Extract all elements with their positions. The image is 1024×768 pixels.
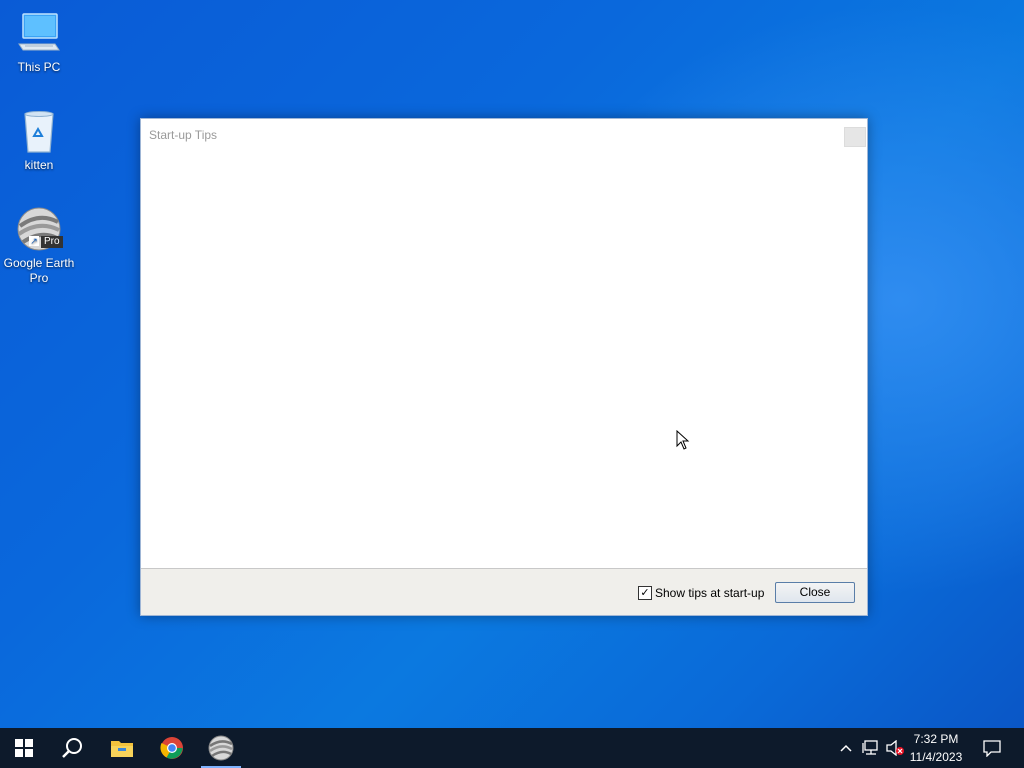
network-icon [862,740,878,755]
desktop-icon-google-earth[interactable]: ↗ Pro Google Earth Pro [0,206,78,286]
chrome-button[interactable] [148,728,196,768]
chevron-up-icon [840,744,852,752]
search-icon [62,738,82,758]
google-earth-taskbar-button[interactable] [197,728,245,768]
close-button[interactable]: Close [775,582,855,603]
this-pc-icon [15,10,63,58]
taskbar-clock[interactable]: 7:32 PM 11/4/2023 [906,730,966,766]
file-explorer-button[interactable] [98,728,146,768]
clock-date: 11/4/2023 [909,750,963,764]
start-button[interactable] [0,728,48,768]
desktop-icon-label: Google Earth Pro [3,256,75,285]
file-explorer-icon [111,741,133,757]
notification-icon [983,740,1001,757]
desktop-icon-label: This PC [17,60,61,74]
show-tips-label[interactable]: Show tips at start-up [655,586,764,600]
startup-tips-dialog: Start-up Tips ✓ Show tips at start-up Cl… [140,118,868,616]
chrome-icon [160,737,183,759]
desktop-icon-label: kitten [24,158,54,172]
network-button[interactable] [860,728,882,768]
show-tips-checkbox[interactable]: ✓ [638,586,652,600]
taskbar: 7:32 PM 11/4/2023 [0,728,1024,768]
tips-content-area [141,149,867,568]
google-earth-icon [208,735,234,761]
shortcut-arrow-icon: ↗ [29,236,39,246]
desktop-icon-this-pc[interactable]: This PC [0,10,78,75]
action-center-button[interactable] [978,728,1006,768]
search-button[interactable] [48,728,96,768]
dialog-title: Start-up Tips [149,128,218,142]
show-hidden-icons-button[interactable] [836,728,856,768]
start-icon [15,739,33,757]
google-earth-icon: ↗ Pro [15,206,63,254]
dialog-footer: ✓ Show tips at start-up Close [141,568,867,615]
recycle-bin-icon [15,108,63,156]
pro-badge: Pro [41,236,63,248]
volume-button[interactable] [884,728,906,768]
volume-muted-icon [886,740,904,756]
mouse-cursor-icon [676,429,690,455]
clock-time: 7:32 PM [913,732,959,746]
dialog-close-x-button[interactable] [844,127,866,147]
desktop-icon-recycle-bin[interactable]: kitten [0,108,78,173]
